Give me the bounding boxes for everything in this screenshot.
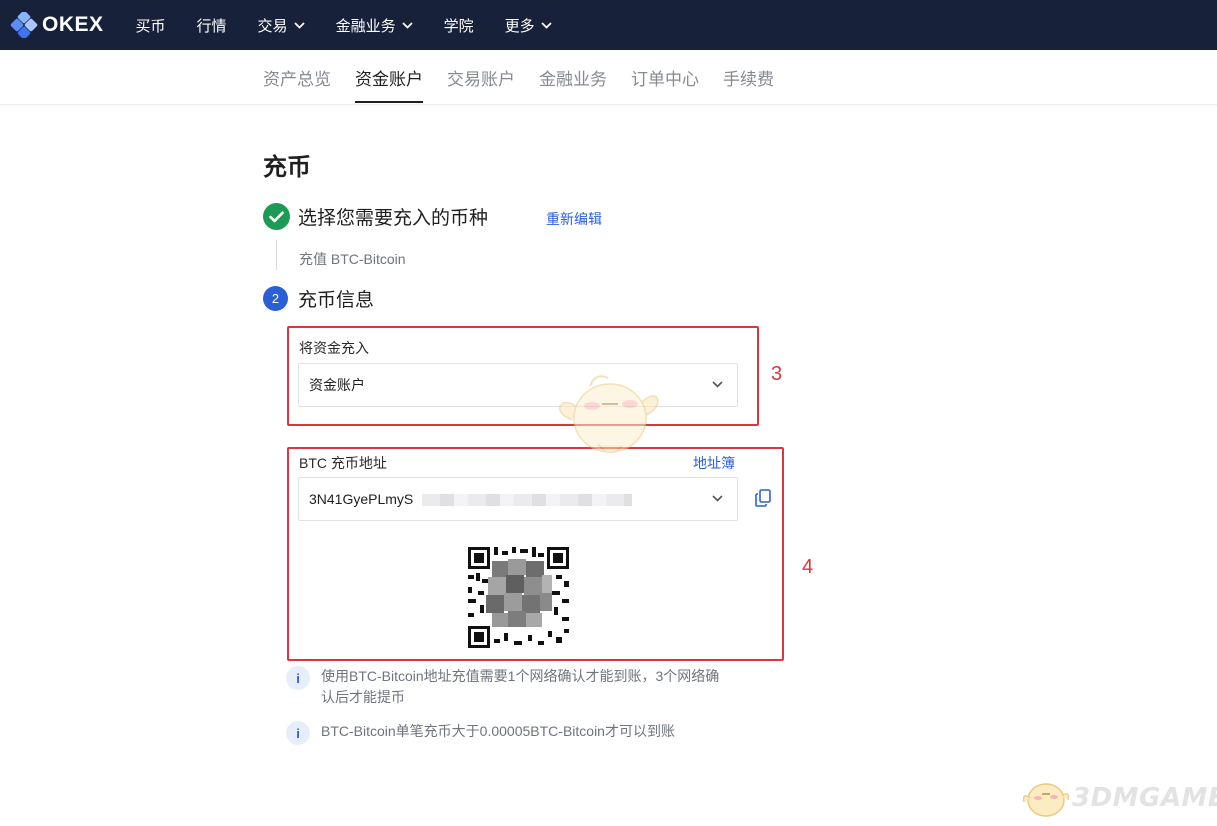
nav-label: 行情	[196, 17, 227, 35]
chevron-down-icon	[540, 21, 552, 29]
qr-code	[468, 547, 569, 648]
tab-funding-account[interactable]: 资金账户	[355, 50, 423, 105]
selected-coin-text: 充值 BTC-Bitcoin	[299, 251, 406, 267]
copy-address-button[interactable]	[755, 489, 772, 512]
top-navbar: OKEX 买币 行情 交易 金融业务 学院 更多	[0, 0, 1217, 50]
nav-label: 买币	[135, 17, 166, 35]
annotation-label-4: 4	[802, 556, 814, 578]
check-icon	[269, 211, 284, 222]
logo-text: OKEX	[42, 13, 104, 36]
chevron-down-icon	[712, 495, 723, 502]
tab-fees[interactable]: 手续费	[723, 50, 774, 105]
okex-logo[interactable]: OKEX	[10, 0, 104, 50]
nav-label: 金融业务	[335, 17, 396, 35]
annotation-label-3: 3	[771, 363, 783, 385]
tab-asset-overview[interactable]: 资产总览	[263, 50, 331, 105]
notice-minimum: i BTC-Bitcoin单笔充币大于0.00005BTC-Bitcoin才可以…	[286, 721, 746, 745]
nav-item-academy[interactable]: 学院	[444, 15, 474, 36]
nav-label: 交易	[257, 17, 288, 35]
chevron-down-icon	[401, 21, 413, 29]
deposit-to-select[interactable]: 资金账户	[298, 363, 738, 407]
notice-text: 使用BTC-Bitcoin地址充值需要1个网络确认才能到账，3个网络确认后才能提…	[321, 668, 720, 705]
chevron-down-icon	[712, 381, 723, 388]
reedit-link[interactable]: 重新编辑	[546, 209, 602, 229]
watermark-text: 3DMGAME	[1072, 783, 1217, 813]
nav-label: 学院	[443, 17, 474, 35]
page-title: 充币	[263, 154, 311, 181]
notice-text: BTC-Bitcoin单笔充币大于0.00005BTC-Bitcoin才可以到账	[321, 723, 675, 739]
site-watermark: 3DMGAME	[1022, 776, 1217, 820]
info-icon: i	[286, 721, 310, 745]
nav-item-market[interactable]: 行情	[197, 15, 227, 36]
mascot-watermark-icon	[559, 375, 659, 454]
address-blur-mask	[422, 494, 632, 506]
deposit-to-label: 将资金充入	[299, 340, 369, 356]
tab-finance[interactable]: 金融业务	[539, 50, 607, 105]
deposit-to-value: 资金账户	[309, 377, 365, 393]
nav-item-trade[interactable]: 交易	[258, 15, 305, 36]
step-complete-indicator	[263, 203, 290, 230]
address-book-link[interactable]: 地址簿	[693, 453, 735, 473]
step-title: 充币信息	[298, 290, 375, 311]
tab-trading-account[interactable]: 交易账户	[447, 50, 515, 105]
chevron-down-icon	[293, 21, 305, 29]
step-deposit-info: 2 充币信息	[263, 285, 374, 312]
nav-item-buy[interactable]: 买币	[136, 15, 166, 36]
notice-confirmations: i 使用BTC-Bitcoin地址充值需要1个网络确认才能到账，3个网络确认后才…	[286, 666, 726, 708]
nav-item-finance[interactable]: 金融业务	[336, 15, 413, 36]
account-subnav: 资产总览 资金账户 交易账户 金融业务 订单中心 手续费	[0, 50, 1217, 105]
main-nav: 买币 行情 交易 金融业务 学院 更多	[136, 0, 583, 50]
step-connector	[276, 240, 277, 270]
step-select-coin: 选择您需要充入的币种	[263, 203, 488, 230]
nav-label: 更多	[504, 17, 535, 35]
copy-icon	[755, 489, 771, 507]
step-number-badge: 2	[263, 286, 288, 311]
deposit-address-value: 3N41GyePLmyS	[309, 491, 414, 507]
info-icon: i	[286, 666, 310, 690]
nav-item-more[interactable]: 更多	[505, 15, 552, 36]
btc-address-label: BTC 充币地址	[299, 455, 387, 471]
tab-order-center[interactable]: 订单中心	[631, 50, 699, 105]
okex-logo-icon	[10, 12, 38, 38]
step-title: 选择您需要充入的币种	[298, 208, 489, 229]
mascot-logo-icon	[1023, 783, 1069, 817]
